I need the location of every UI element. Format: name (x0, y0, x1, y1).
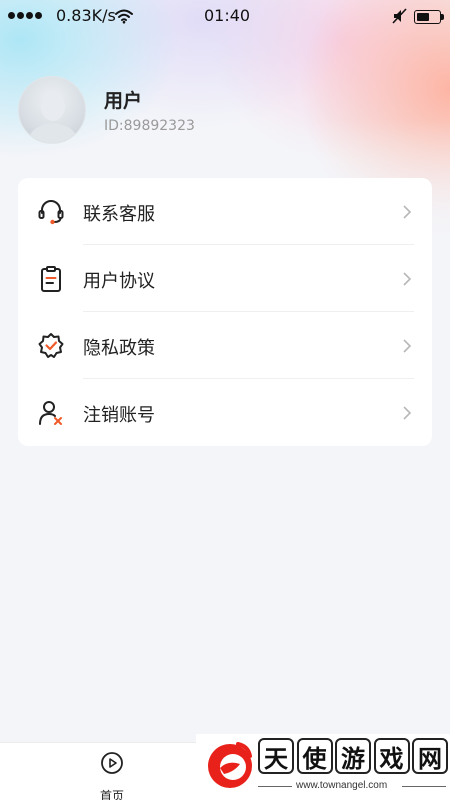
chevron-right-icon (402, 204, 412, 220)
watermark-char: 游 (335, 738, 371, 774)
watermark-char: 网 (412, 738, 448, 774)
status-bar: 0.83K/s 01:40 (0, 0, 450, 34)
play-circle-icon (100, 751, 124, 779)
headset-icon (37, 198, 65, 226)
menu-item-label: 注销账号 (83, 405, 155, 426)
user-id: ID:89892323 (104, 118, 195, 134)
watermark-char: 使 (296, 738, 333, 774)
menu-item-label: 用户协议 (83, 271, 155, 292)
network-speed: 0.83K/s (56, 6, 116, 25)
watermark-url: www.townangel.com (296, 780, 388, 791)
user-remove-icon (37, 399, 65, 427)
tab-home-label: 首页 (99, 789, 124, 800)
clock: 01:40 (204, 6, 251, 25)
user-avatar-icon[interactable] (18, 76, 86, 144)
menu-item-label: 隐私政策 (83, 338, 155, 359)
menu-item-contact-support[interactable]: 联系客服 (18, 178, 432, 245)
watermark-logo-icon (204, 738, 256, 794)
watermark-char: 天 (258, 738, 294, 774)
chevron-right-icon (402, 338, 412, 354)
shield-check-icon (37, 332, 65, 360)
chevron-right-icon (402, 271, 412, 287)
chevron-right-icon (402, 405, 412, 421)
tab-home[interactable]: 首页 (90, 749, 134, 800)
battery-icon (414, 10, 444, 24)
mute-icon (392, 8, 408, 28)
watermark-char: 戏 (373, 738, 410, 774)
menu-item-label: 联系客服 (83, 204, 155, 225)
wifi-icon (115, 8, 133, 28)
menu-item-user-agreement[interactable]: 用户协议 (18, 245, 432, 312)
watermark-rule (258, 786, 292, 787)
user-profile[interactable]: 用户 ID:89892323 (18, 76, 318, 146)
settings-menu-card: 联系客服 用户协议 隐私政策 注销账号 (18, 178, 432, 446)
watermark: 天 使 游 戏 网 www.townangel.com (196, 734, 450, 800)
clipboard-icon (37, 265, 65, 293)
menu-item-privacy-policy[interactable]: 隐私政策 (18, 312, 432, 379)
username: 用户 (104, 90, 143, 112)
signal-dots-icon (8, 12, 42, 19)
watermark-title: 天 使 游 戏 网 (258, 738, 448, 774)
watermark-rule (402, 786, 446, 787)
menu-item-delete-account[interactable]: 注销账号 (18, 379, 432, 446)
